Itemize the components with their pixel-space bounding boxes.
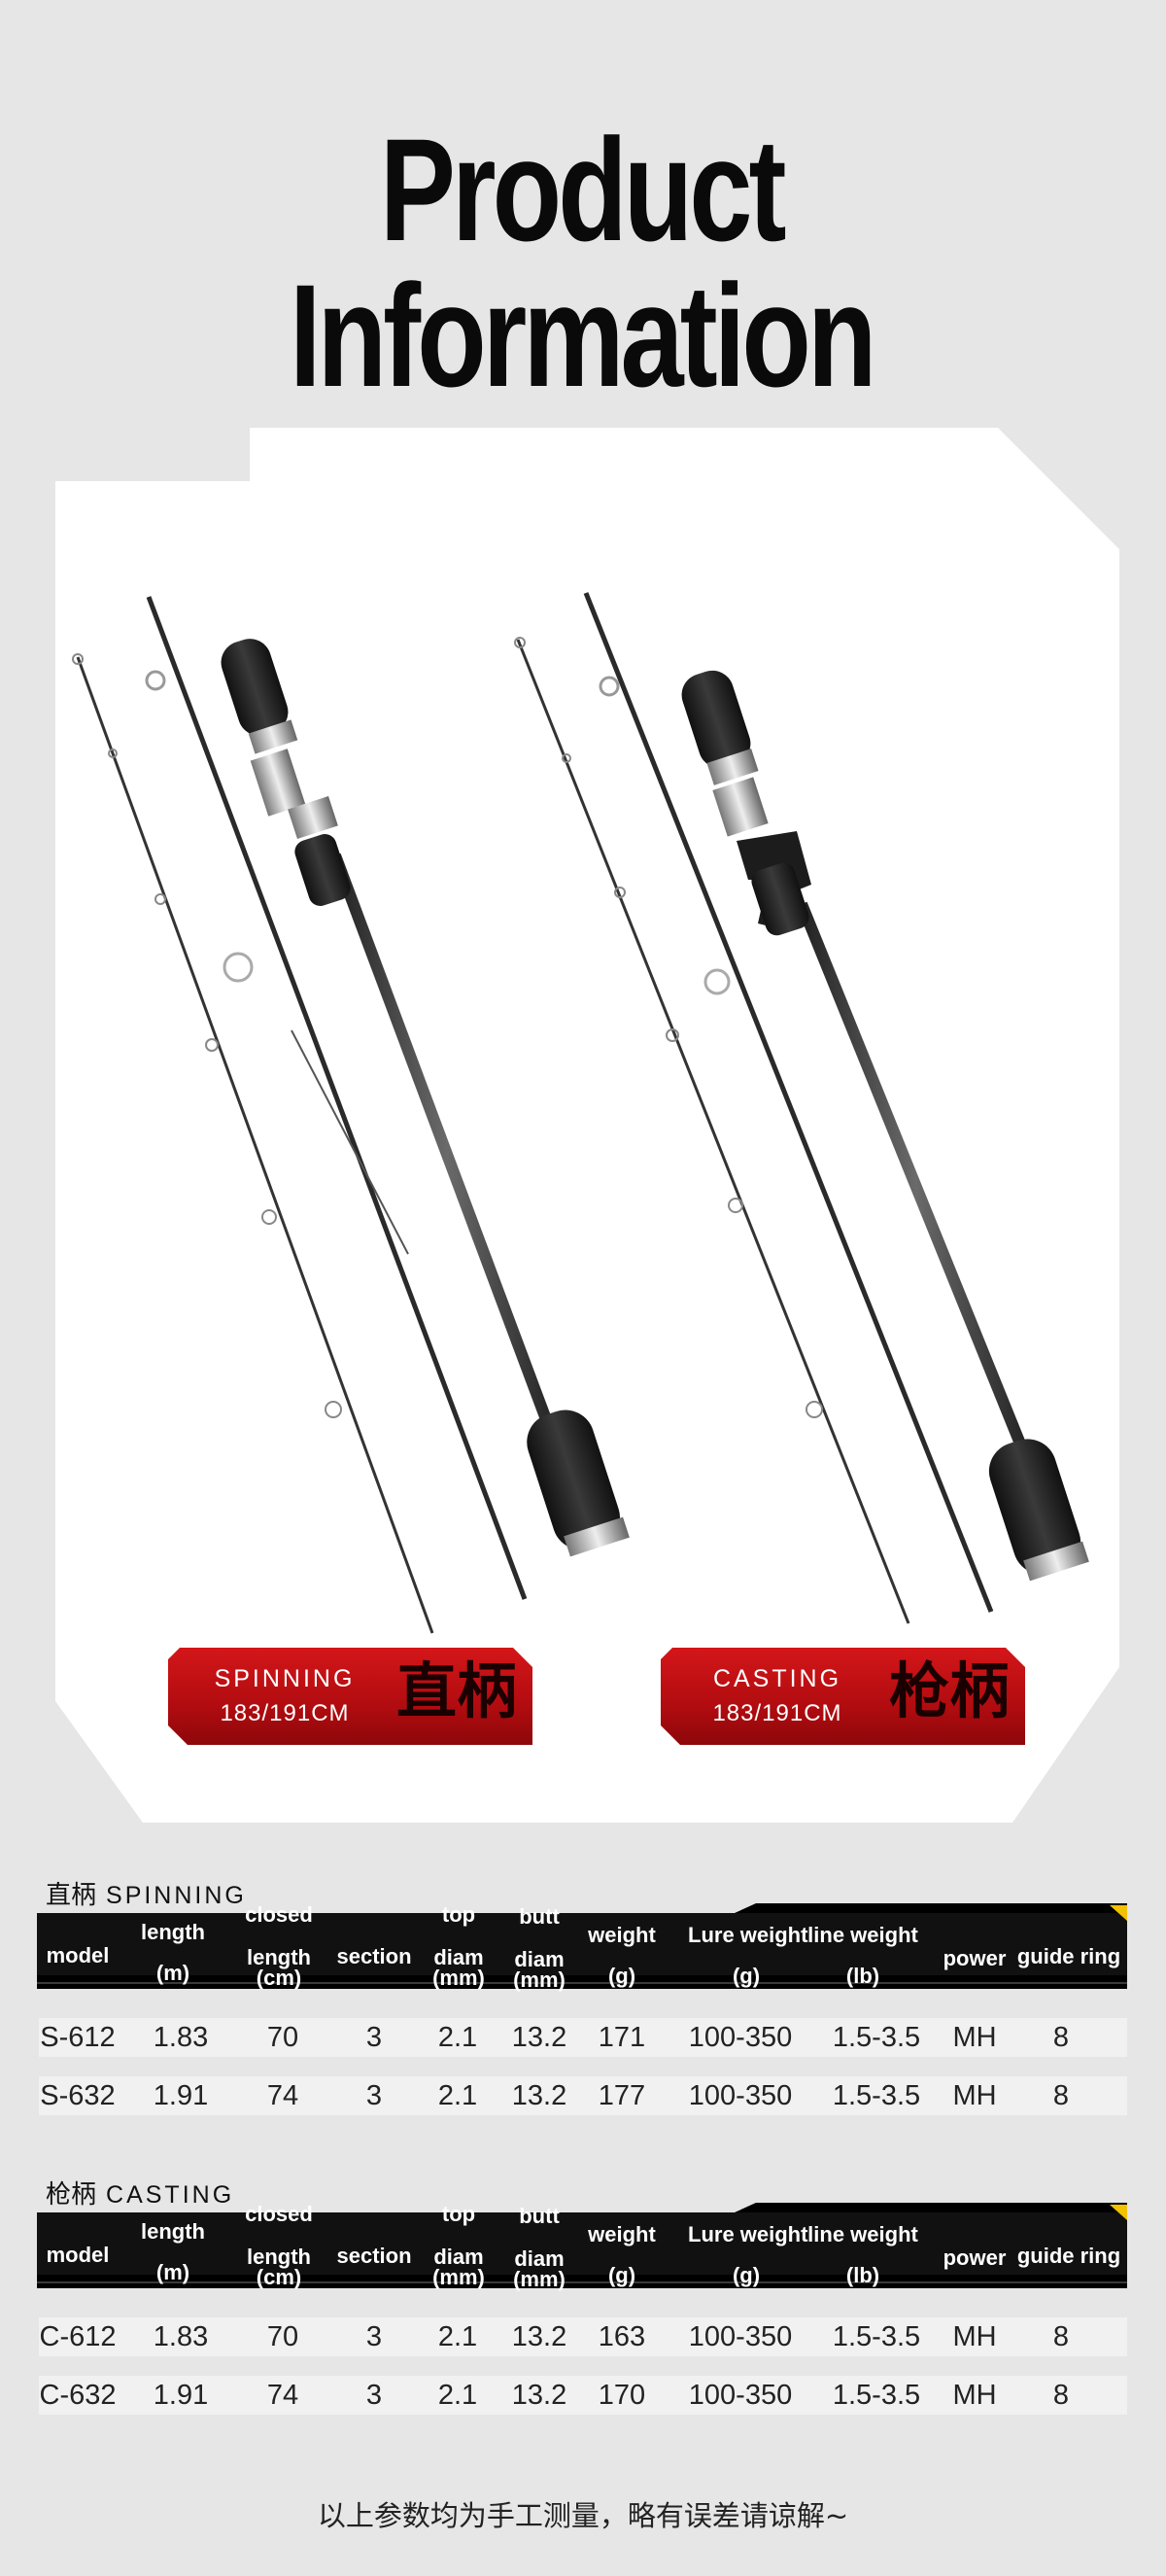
- column-header: closed: [245, 2202, 313, 2226]
- badge-chinese-label: 直柄: [395, 1655, 517, 1726]
- table-row: S-612 1.83 70 3 2.1 13.2 171 100-350 1.5-3.5 MH 8: [39, 2018, 1127, 2057]
- cell-guide: 8: [1052, 2380, 1070, 2411]
- column-header: length: [141, 2219, 205, 2244]
- badge-size-label: 183/191CM: [220, 1700, 350, 1726]
- column-header: (g): [607, 1964, 636, 1988]
- column-header: guide ring: [1016, 1944, 1121, 1968]
- column-header: line weight: [807, 2222, 918, 2246]
- fishing-rods-illustration: [72, 592, 1089, 1634]
- column-header: (m): [155, 1961, 190, 1985]
- casting-rod-butt: [681, 670, 1089, 1582]
- cell-model: C-612: [39, 2321, 117, 2352]
- badge-chinese-label: 枪柄: [888, 1655, 1010, 1726]
- column-header: (m): [155, 2260, 190, 2284]
- badge-english-label: CASTING: [712, 1665, 842, 1692]
- spinning-rod-middle: [145, 596, 528, 1600]
- cell-lure: 100-350: [688, 2022, 793, 2053]
- cell-model: S-632: [40, 2080, 116, 2111]
- column-header: weight: [588, 2222, 656, 2246]
- column-header: guide ring: [1016, 2244, 1121, 2268]
- column-header: (lb): [845, 2263, 880, 2287]
- column-header: Lure weight: [688, 2222, 808, 2246]
- cell-weight: 171: [598, 2022, 646, 2053]
- table-header: model length (m) closed length (cm) section top…: [37, 1902, 1127, 1991]
- footnote: 以上参数均为手工测量，略有误差请谅解~: [317, 2499, 849, 2532]
- badge-english-label: SPINNING: [214, 1665, 356, 1692]
- table-header: model length (m) closed length (cm) section top…: [37, 2202, 1127, 2290]
- cell-length: 1.91: [153, 2080, 209, 2111]
- cell-weight: 177: [598, 2080, 646, 2111]
- column-header: (cm): [256, 2265, 302, 2289]
- column-header: Lure weight: [688, 1923, 808, 1947]
- column-header: (g): [732, 1964, 761, 1988]
- cell-guide: 8: [1052, 2080, 1070, 2111]
- badge-casting: CASTING 183/191CM 枪柄: [661, 1648, 1025, 1745]
- cell-weight: 170: [598, 2380, 646, 2411]
- column-header: (g): [607, 2263, 636, 2287]
- badge-spinning: SPINNING 183/191CM 直柄: [168, 1648, 532, 1745]
- cell-lure: 100-350: [688, 2321, 793, 2352]
- casting-rod-middle: [583, 592, 994, 1613]
- cell-guide: 8: [1052, 2022, 1070, 2053]
- badge-size-label: 183/191CM: [712, 1700, 842, 1726]
- cell-guide: 8: [1052, 2321, 1070, 2352]
- cell-length: 1.83: [153, 2022, 209, 2053]
- column-header: (g): [732, 2263, 761, 2287]
- cell-model: C-632: [39, 2380, 117, 2411]
- cell-length: 1.91: [153, 2380, 209, 2411]
- spinning-rod-butt: [221, 639, 630, 1557]
- column-header: length: [141, 1920, 205, 1944]
- column-header: weight: [588, 1923, 656, 1947]
- cell-model: S-612: [40, 2022, 116, 2053]
- column-header: closed: [245, 1902, 313, 1927]
- cell-lure: 100-350: [688, 2080, 793, 2111]
- cell-weight: 163: [598, 2321, 646, 2352]
- table-row: S-632 1.91 74 3 2.1 13.2 177 100-350 1.5-3.5 MH 8: [39, 2076, 1127, 2115]
- cell-lure: 100-350: [688, 2380, 793, 2411]
- column-header: (cm): [256, 1966, 302, 1990]
- table-row: C-632 1.91 74 3 2.1 13.2 170 100-350 1.5-3.5 MH 8: [39, 2376, 1127, 2415]
- spinning-rod-tip: [72, 653, 434, 1634]
- table-row: C-612 1.83 70 3 2.1 13.2 163 100-350 1.5-3.5 MH 8: [39, 2317, 1127, 2356]
- cell-length: 1.83: [153, 2321, 209, 2352]
- column-header: line weight: [807, 1923, 918, 1947]
- column-header: (lb): [845, 1964, 880, 1988]
